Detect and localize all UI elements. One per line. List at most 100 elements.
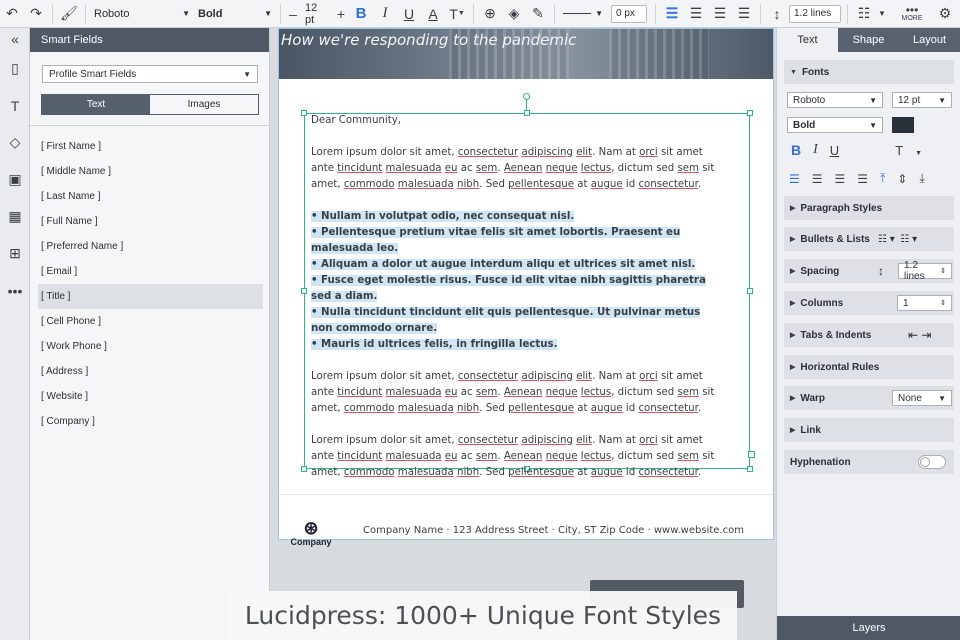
bold-button[interactable]: B <box>349 2 373 26</box>
list-item[interactable]: [ Full Name ] <box>38 209 263 234</box>
chevron-down-icon: ▼ <box>869 120 877 130</box>
underline-button[interactable]: U <box>830 143 839 158</box>
hero-image[interactable]: How we're responding to the pandemic <box>279 29 773 79</box>
redo-icon[interactable]: ↷ <box>24 2 48 26</box>
smart-fields-dropdown-value: Profile Smart Fields <box>49 68 137 80</box>
bold-button[interactable]: B <box>791 142 801 158</box>
text-type-button[interactable]: T ▼ <box>445 2 469 26</box>
paragraph: Lorem ipsum dolor sit amet, consectetur … <box>311 147 715 190</box>
font-weight-select[interactable]: Bold ▼ <box>787 117 883 133</box>
more-button[interactable]: ••• MORE <box>894 4 930 22</box>
align-right-icon[interactable]: ☰ <box>732 2 756 26</box>
add-element-icon[interactable]: ⊞ <box>0 235 30 272</box>
resize-handle[interactable] <box>747 466 753 472</box>
text-color-swatch[interactable] <box>892 117 914 133</box>
tabs-indents-section[interactable]: ▶ Tabs & Indents ⇤ ⇥ <box>784 323 954 347</box>
indent-icons[interactable]: ⇤ ⇥ <box>908 328 931 342</box>
line-style-select[interactable]: ▼ <box>559 4 607 24</box>
settings-icon[interactable]: ⚙ <box>930 2 960 26</box>
align-left-icon[interactable]: ☰ <box>660 2 684 26</box>
list-item[interactable]: [ Preferred Name ] <box>38 234 263 259</box>
chevron-down-icon: ▼ <box>938 393 946 403</box>
list-item[interactable]: [ Website ] <box>38 384 263 409</box>
list-item-selected[interactable]: [ Title ] <box>38 284 263 309</box>
font-size-decrease-button[interactable]: – <box>285 2 301 26</box>
horizontal-rules-label: Horizontal Rules <box>800 361 880 373</box>
letter-text[interactable]: Dear Community, Lorem ipsum dolor sit am… <box>311 113 721 497</box>
italic-button[interactable]: I <box>373 2 397 26</box>
list-item[interactable]: [ Company ] <box>38 409 263 434</box>
valign-middle-icon[interactable]: ⇕ <box>897 172 907 186</box>
resize-handle[interactable] <box>301 288 307 294</box>
shapes-icon[interactable]: ◇ <box>0 124 30 161</box>
list-icon[interactable]: ☷ <box>852 2 876 26</box>
chevron-down-icon[interactable]: ▼ <box>876 2 888 26</box>
fill-bucket-icon[interactable]: ◈ <box>502 2 526 26</box>
warp-select[interactable]: None ▼ <box>892 390 952 406</box>
hyphenation-toggle[interactable] <box>918 455 946 469</box>
text-tool-icon[interactable]: T <box>0 87 30 124</box>
font-size-select[interactable]: 12 pt ▼ <box>892 92 952 108</box>
page-icon[interactable]: ▯ <box>0 50 30 87</box>
text-type-button[interactable]: T ▼ <box>895 143 934 158</box>
valign-top-icon[interactable]: ⤒ <box>880 171 885 186</box>
list-item[interactable]: [ Cell Phone ] <box>38 309 263 334</box>
list-item[interactable]: [ First Name ] <box>38 134 263 159</box>
list-item[interactable]: [ Last Name ] <box>38 184 263 209</box>
italic-button[interactable]: I <box>813 142 818 158</box>
bullet-list-icon[interactable]: ☷ ▾ ☷ ▾ <box>878 234 917 245</box>
align-right-icon[interactable]: ☰ <box>857 172 868 186</box>
bullet-item: • Mauris id ultrices felis, in fringilla… <box>311 337 721 353</box>
format-painter-icon[interactable]: 🖌 <box>57 2 81 26</box>
resize-handle[interactable] <box>301 110 307 116</box>
link-section[interactable]: ▶ Link <box>784 418 954 442</box>
fonts-section-header[interactable]: ▼ Fonts <box>784 60 954 84</box>
more-tools-icon[interactable]: ••• <box>0 272 30 309</box>
company-logo[interactable]: ⊛ Company <box>289 519 333 547</box>
image-icon[interactable]: ▣ <box>0 161 30 198</box>
spacing-field[interactable]: 1.2 lines ⇕ <box>898 260 952 282</box>
resize-handle[interactable] <box>747 110 753 116</box>
smart-fields-dropdown[interactable]: Profile Smart Fields ▼ <box>42 65 258 83</box>
font-size-increase-button[interactable]: + <box>333 2 349 26</box>
bullet-text: • Mauris id ultrices felis, in fringilla… <box>311 339 558 350</box>
caption-banner: Lucidpress: 1000+ Unique Font Styles <box>229 591 737 640</box>
tab-images[interactable]: Images <box>150 95 258 114</box>
underline-button[interactable]: U <box>397 2 421 26</box>
font-weight-select[interactable]: Bold ▼ <box>194 4 276 24</box>
footer-address[interactable]: Company Name · 123 Address Street · City… <box>363 525 744 536</box>
paragraph-styles-section[interactable]: ▶ Paragraph Styles <box>784 196 954 220</box>
tab-text[interactable]: Text <box>777 28 838 52</box>
list-item[interactable]: [ Email ] <box>38 259 263 284</box>
tab-text[interactable]: Text <box>42 95 150 114</box>
align-center-icon[interactable]: ☰ <box>812 172 823 186</box>
text-color-button[interactable]: A <box>421 2 445 26</box>
valign-bottom-icon[interactable]: ⤓ <box>919 171 924 186</box>
font-family-select[interactable]: Roboto ▼ <box>787 92 883 108</box>
align-left-icon[interactable]: ☰ <box>789 172 800 186</box>
resize-handle[interactable] <box>747 288 753 294</box>
list-item[interactable]: [ Work Phone ] <box>38 334 263 359</box>
align-center-icon[interactable]: ☰ <box>684 2 708 26</box>
line-spacing-field[interactable]: 1.2 lines <box>789 4 841 23</box>
align-justify-icon[interactable]: ☰ <box>708 2 732 26</box>
pen-icon[interactable]: ✎ <box>526 2 550 26</box>
bullets-lists-section[interactable]: ▶ Bullets & Lists ☷ ▾ ☷ ▾ <box>784 227 954 251</box>
collapse-panel-icon[interactable]: « <box>0 28 30 50</box>
resize-handle[interactable] <box>301 466 307 472</box>
list-item[interactable]: [ Middle Name ] <box>38 159 263 184</box>
layers-button[interactable]: Layers <box>777 616 960 640</box>
tab-shape[interactable]: Shape <box>838 28 899 52</box>
horizontal-rules-section[interactable]: ▶ Horizontal Rules <box>784 355 954 379</box>
columns-field[interactable]: 1 ⇕ <box>897 295 952 311</box>
font-size-value[interactable]: 12 pt <box>301 2 333 26</box>
smart-fields-icon[interactable]: ▦ <box>0 198 30 235</box>
crosshair-icon[interactable]: ⊕ <box>478 2 502 26</box>
stroke-width-field[interactable]: 0 px <box>611 4 647 23</box>
undo-icon[interactable]: ↶ <box>0 2 24 26</box>
font-family-select[interactable]: Roboto ▼ <box>90 4 194 24</box>
align-justify-icon[interactable]: ☰ <box>835 172 846 186</box>
overflow-handle[interactable] <box>748 451 755 458</box>
list-item[interactable]: [ Address ] <box>38 359 263 384</box>
tab-layout[interactable]: Layout <box>899 28 960 52</box>
